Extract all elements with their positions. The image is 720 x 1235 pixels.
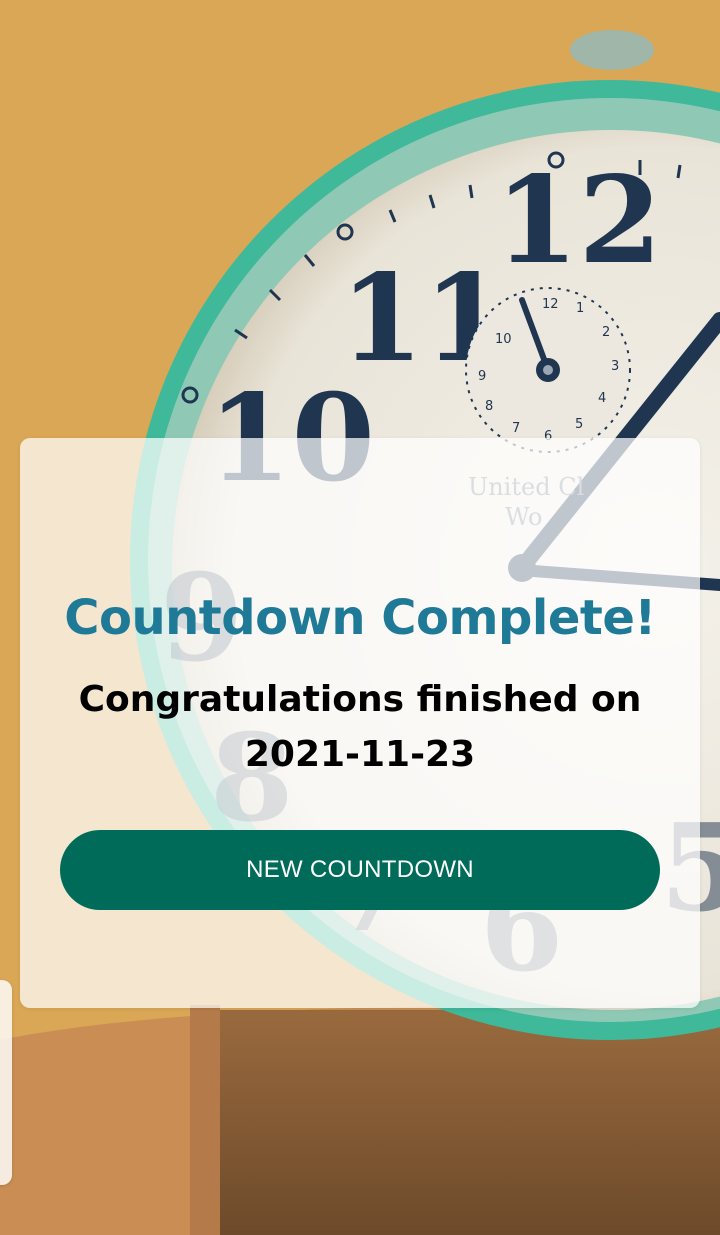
- countdown-complete-dialog: Countdown Complete! Congratulations fini…: [20, 438, 700, 1008]
- completion-message: Congratulations finished on 2021-11-23: [20, 672, 700, 782]
- svg-text:3: 3: [611, 359, 619, 374]
- svg-text:5: 5: [575, 417, 583, 432]
- side-drawer-handle[interactable]: [0, 980, 12, 1185]
- new-countdown-button[interactable]: NEW COUNTDOWN: [60, 830, 660, 910]
- svg-text:7: 7: [512, 421, 520, 436]
- svg-text:4: 4: [598, 391, 606, 406]
- completion-date: 2021-11-23: [244, 734, 476, 775]
- svg-text:8: 8: [485, 399, 493, 414]
- dialog-title: Countdown Complete!: [64, 590, 656, 646]
- svg-text:2: 2: [602, 325, 610, 340]
- completion-message-text: Congratulations finished on: [78, 679, 642, 720]
- svg-text:9: 9: [478, 369, 486, 384]
- svg-text:1: 1: [576, 301, 584, 316]
- svg-text:12: 12: [542, 297, 559, 312]
- svg-text:12: 12: [495, 150, 662, 291]
- svg-text:10: 10: [495, 332, 512, 347]
